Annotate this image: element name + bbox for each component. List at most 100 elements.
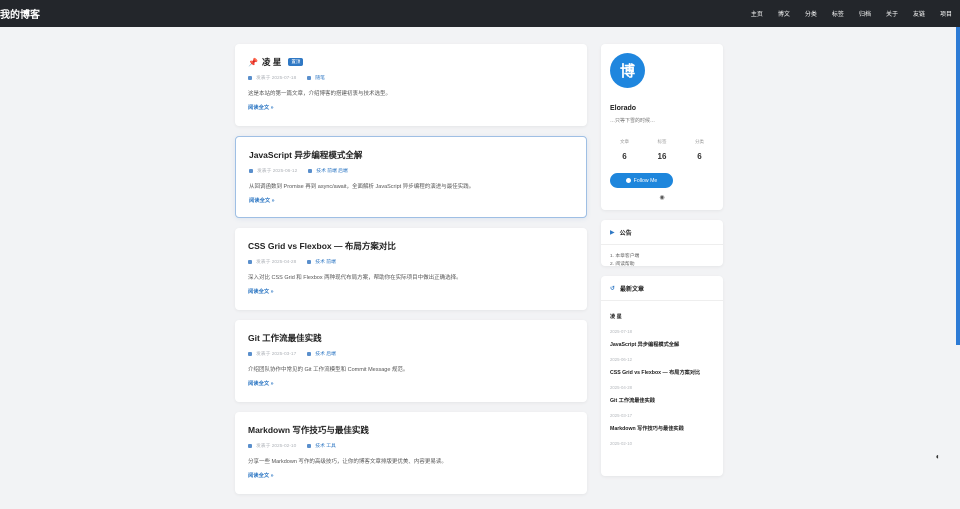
stat-label: 分类 — [695, 139, 704, 144]
post-title-row: 📌 凌 星 置顶 — [248, 56, 574, 68]
calendar-icon — [249, 168, 253, 173]
post-meta: 发表于 2025-03-17 技术 后端 — [248, 350, 574, 357]
theme-toggle-icon[interactable]: ◐ — [933, 451, 943, 461]
folder-icon — [307, 75, 312, 80]
post-card[interactable]: 📌 凌 星 置顶 发表于 2025-07-18 随笔 这是本站的第一篇文章，介绍… — [235, 44, 587, 126]
post-card[interactable]: JavaScript 异步编程模式全解 发表于 2025-06-12 技术 前端… — [235, 136, 587, 218]
nav-posts[interactable]: 博文 — [778, 9, 790, 18]
profile-name: Elorado — [610, 105, 637, 112]
nav-friends[interactable]: 友链 — [913, 9, 925, 18]
notice-header: ▶ 公告 — [601, 220, 723, 245]
recent-item[interactable]: JavaScript 异步编程模式全解 2025-06-12 — [610, 341, 714, 362]
post-card[interactable]: Git 工作流最佳实践 发表于 2025-03-17 技术 后端 介绍团队协作中… — [235, 320, 587, 402]
scrollbar[interactable] — [956, 27, 960, 345]
read-more-link[interactable]: 阅读全文 » — [248, 287, 574, 295]
post-categories[interactable]: 技术 后端 — [315, 350, 336, 357]
post-meta: 发表于 2025-06-12 技术 前端 后端 — [249, 167, 573, 174]
stat-label: 标签 — [657, 139, 667, 144]
recent-item-title[interactable]: Markdown 写作技巧与最佳实践 — [610, 425, 714, 432]
recent-item-title[interactable]: 凌 星 — [610, 313, 714, 320]
folder-icon — [307, 259, 312, 264]
post-card[interactable]: CSS Grid vs Flexbox — 布局方案对比 发表于 2025-04… — [235, 228, 587, 310]
folder-icon — [307, 351, 312, 356]
nav-home[interactable]: 主页 — [751, 9, 763, 18]
notice-list: 1. 本章客户端 2. 阅读帮助 — [601, 245, 723, 269]
pinned-badge: 置顶 — [288, 58, 304, 66]
folder-icon — [308, 168, 313, 173]
post-excerpt: 介绍团队协作中常见的 Git 工作流模型和 Commit Message 规范。 — [248, 367, 409, 373]
post-meta: 发表于 2025-04-28 技术 前端 — [248, 258, 574, 265]
post-date: 发表于 2025-04-28 — [256, 260, 297, 265]
nav-projects[interactable]: 项目 — [940, 9, 952, 18]
recent-item-date: 2025-02-10 — [610, 441, 632, 446]
post-excerpt: 分享一些 Markdown 写作的高级技巧，让你的博客文章排版更优美、内容更易读… — [248, 459, 447, 465]
post-title[interactable]: Markdown 写作技巧与最佳实践 — [248, 424, 574, 436]
post-title[interactable]: CSS Grid vs Flexbox — 布局方案对比 — [248, 240, 574, 252]
recent-title: 最新文章 — [620, 287, 645, 293]
recent-item-title[interactable]: CSS Grid vs Flexbox — 布局方案对比 — [610, 369, 714, 376]
nav-archive[interactable]: 归档 — [859, 9, 871, 18]
read-more-link[interactable]: 阅读全文 » — [248, 103, 574, 111]
post-title[interactable]: Git 工作流最佳实践 — [248, 332, 574, 344]
post-excerpt: 从回调函数到 Promise 再到 async/await，全面解析 JavaS… — [249, 184, 475, 190]
recent-item[interactable]: 凌 星 2025-07-18 — [610, 313, 714, 334]
calendar-icon — [248, 75, 252, 80]
calendar-icon — [248, 259, 252, 264]
notice-title: 公告 — [619, 231, 632, 237]
top-navbar: 我的博客 主页 博文 分类 标签 归档 关于 友链 项目 — [0, 0, 960, 27]
recent-item[interactable]: Markdown 写作技巧与最佳实践 2025-02-10 — [610, 425, 714, 446]
post-date: 发表于 2025-06-12 — [257, 169, 298, 174]
recent-list: 凌 星 2025-07-18 JavaScript 异步编程模式全解 2025-… — [601, 301, 723, 446]
post-meta: 发表于 2025-02-10 技术 工具 — [248, 442, 574, 449]
nav-about[interactable]: 关于 — [886, 9, 898, 18]
follow-label: Follow Me — [633, 177, 658, 184]
recent-header: ↺ 最新文章 — [601, 276, 723, 301]
follow-button[interactable]: Follow Me — [610, 173, 673, 188]
nav-tags[interactable]: 标签 — [832, 9, 844, 18]
post-categories[interactable]: 技术 前端 — [315, 258, 336, 265]
post-title[interactable]: 凌 星 — [262, 56, 281, 68]
post-date: 发表于 2025-02-10 — [256, 444, 297, 449]
post-date: 发表于 2025-03-17 — [256, 352, 297, 357]
profile-stats: 文章 6 标签 16 分类 6 — [610, 139, 714, 161]
post-categories[interactable]: 随笔 — [315, 74, 325, 81]
follow-icon — [625, 178, 631, 183]
profile-card: 博 Elorado …只等下雪的时候… 文章 6 标签 16 分类 6 Foll… — [601, 44, 723, 210]
calendar-icon — [248, 443, 252, 448]
recent-item-title[interactable]: Git 工作流最佳实践 — [610, 397, 714, 404]
post-meta: 发表于 2025-07-18 随笔 — [248, 74, 574, 81]
post-list: 📌 凌 星 置顶 发表于 2025-07-18 随笔 这是本站的第一篇文章，介绍… — [235, 44, 587, 504]
read-more-link[interactable]: 阅读全文 » — [249, 196, 573, 204]
profile-description: …只等下雪的时候… — [610, 118, 656, 124]
read-more-link[interactable]: 阅读全文 » — [248, 471, 574, 479]
recent-item[interactable]: CSS Grid vs Flexbox — 布局方案对比 2025-04-28 — [610, 369, 714, 390]
stat-categories[interactable]: 分类 6 — [695, 139, 704, 161]
post-categories[interactable]: 技术 工具 — [315, 442, 336, 449]
nav-categories[interactable]: 分类 — [805, 9, 817, 18]
avatar[interactable]: 博 — [610, 53, 645, 88]
stat-tags[interactable]: 标签 16 — [658, 139, 667, 161]
post-categories[interactable]: 技术 前端 后端 — [316, 167, 347, 174]
recent-item-date: 2025-03-17 — [610, 413, 632, 418]
post-excerpt: 这是本站的第一篇文章，介绍博客的搭建初衷与技术选型。 — [248, 91, 392, 97]
recent-posts-panel: ↺ 最新文章 凌 星 2025-07-18 JavaScript 异步编程模式全… — [601, 276, 723, 476]
recent-item-title[interactable]: JavaScript 异步编程模式全解 — [610, 341, 714, 348]
stat-label: 文章 — [620, 139, 629, 144]
main-nav: 主页 博文 分类 标签 归档 关于 友链 项目 — [736, 9, 952, 18]
recent-item-date: 2025-07-18 — [610, 329, 632, 334]
history-icon: ↺ — [610, 286, 616, 292]
read-more-link[interactable]: 阅读全文 » — [248, 379, 574, 387]
notice-item: 1. 本章客户端 — [610, 254, 640, 259]
site-brand[interactable]: 我的博客 — [0, 6, 40, 21]
stat-posts[interactable]: 文章 6 — [620, 139, 629, 161]
post-card[interactable]: Markdown 写作技巧与最佳实践 发表于 2025-02-10 技术 工具 … — [235, 412, 587, 494]
post-excerpt: 深入对比 CSS Grid 和 Flexbox 两种现代布局方案，帮助你在实际项… — [248, 275, 462, 281]
sidebar: 博 Elorado …只等下雪的时候… 文章 6 标签 16 分类 6 Foll… — [601, 44, 723, 486]
megaphone-icon: ▶ — [610, 230, 615, 236]
notice-item: 2. 阅读帮助 — [610, 262, 635, 267]
recent-item[interactable]: Git 工作流最佳实践 2025-03-17 — [610, 397, 714, 418]
post-title[interactable]: JavaScript 异步编程模式全解 — [249, 149, 573, 161]
post-date: 发表于 2025-07-18 — [256, 76, 297, 81]
github-icon[interactable]: ◉ — [610, 194, 714, 201]
pin-icon: 📌 — [248, 57, 258, 67]
